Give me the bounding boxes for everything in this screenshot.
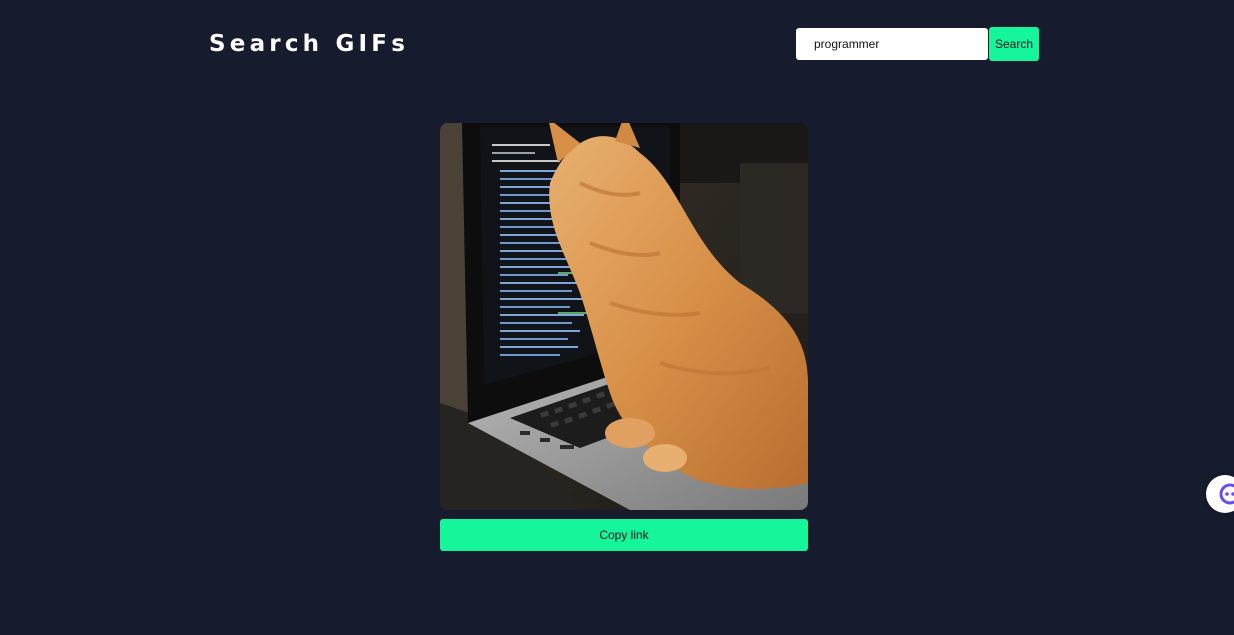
assistant-bubble-icon — [1219, 483, 1234, 505]
search-input[interactable] — [796, 28, 988, 60]
copy-link-button[interactable]: Copy link — [440, 519, 808, 551]
app-root: Search GIFs Search — [0, 0, 1234, 635]
search-button[interactable]: Search — [989, 27, 1039, 61]
assistant-bubble-button[interactable] — [1206, 475, 1234, 513]
gif-image — [440, 123, 808, 510]
page-title: Search GIFs — [209, 31, 410, 57]
search-form: Search — [796, 27, 1039, 61]
gif-result-card — [440, 123, 808, 510]
